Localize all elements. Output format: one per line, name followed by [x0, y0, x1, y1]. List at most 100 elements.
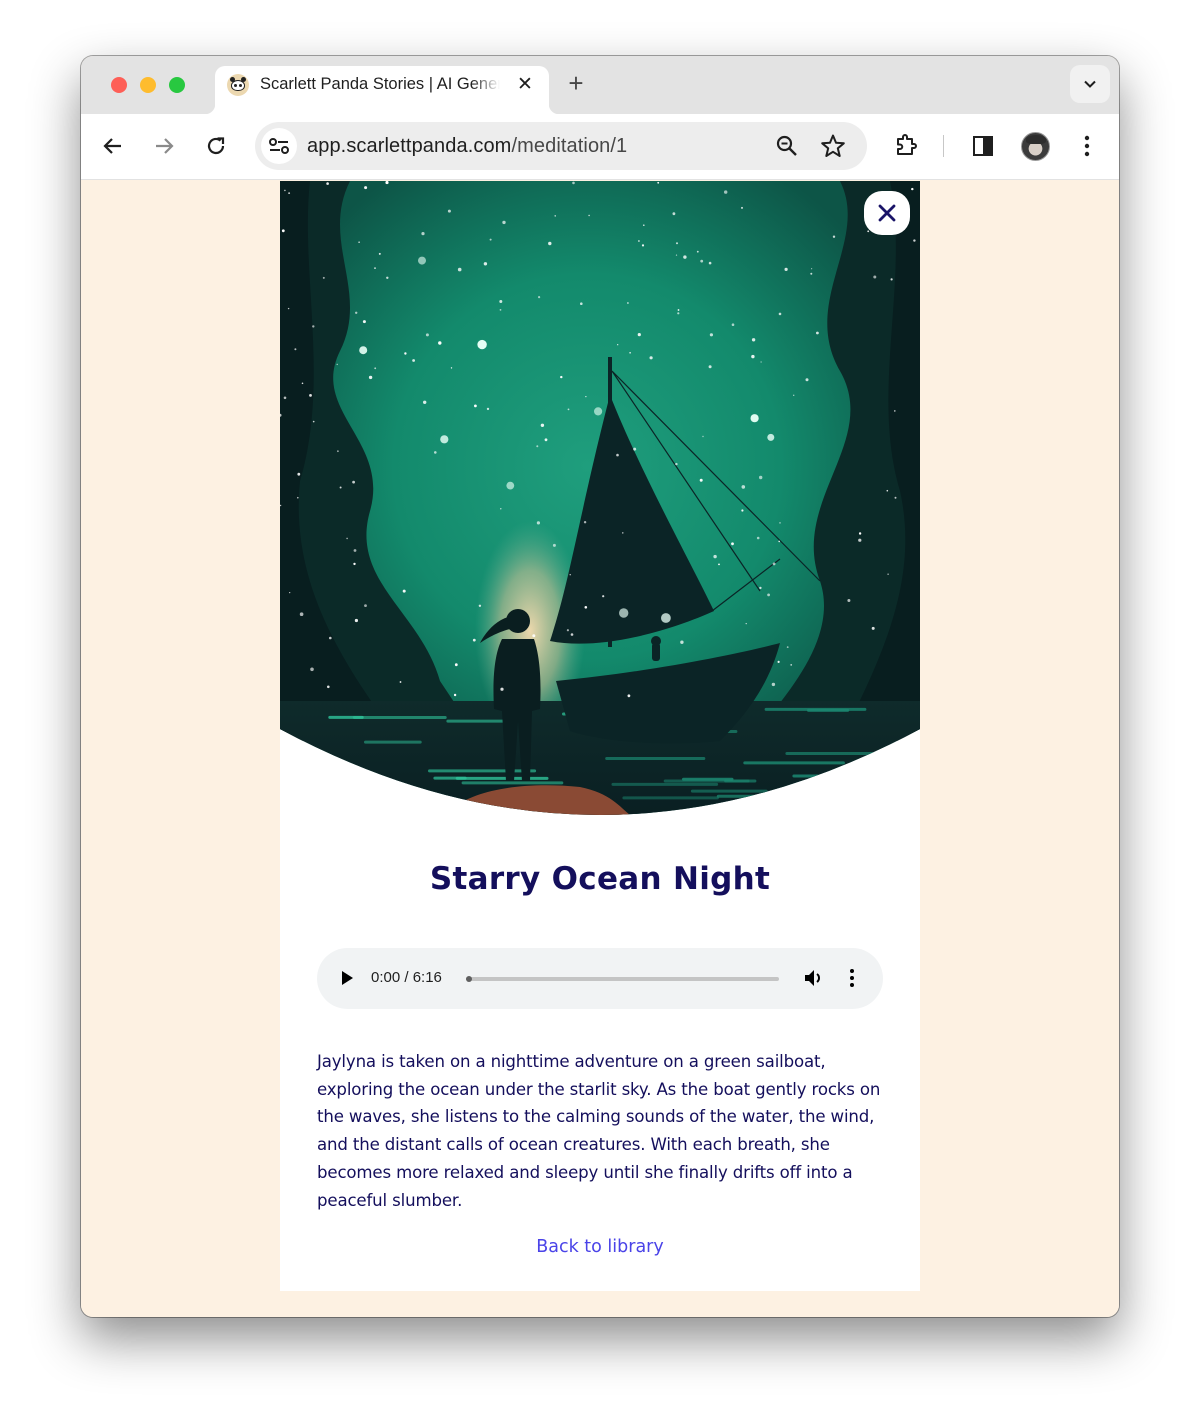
forward-button[interactable] [149, 131, 179, 161]
star-dot [913, 239, 916, 242]
play-icon[interactable] [339, 969, 357, 987]
star-dot [633, 447, 637, 451]
star-dot [368, 375, 373, 380]
star-dot [637, 333, 641, 337]
star-dot [438, 341, 442, 345]
star-dot [778, 312, 782, 316]
close-button[interactable] [864, 191, 910, 235]
star-dot [560, 375, 563, 379]
extensions-button[interactable] [891, 131, 921, 161]
star-dot [724, 190, 728, 194]
tab-title: Scarlett Panda Stories | AI Generated [260, 75, 500, 93]
hero-illustration [280, 181, 920, 815]
player-more-button[interactable] [845, 967, 859, 989]
close-window-button[interactable] [111, 77, 127, 93]
star-dot [337, 450, 339, 453]
zoom-button[interactable] [773, 132, 801, 160]
bookmark-button[interactable] [819, 132, 847, 160]
back-button[interactable] [98, 131, 128, 161]
star-dot [554, 215, 556, 217]
star-dot [326, 182, 329, 185]
star-dot [741, 485, 746, 489]
volume-button[interactable] [803, 967, 825, 989]
reload-button[interactable] [201, 131, 231, 161]
star-dot [890, 278, 893, 281]
star-dot [566, 629, 569, 632]
star-dot [683, 255, 687, 259]
water-ripple [743, 761, 845, 765]
star-dot [886, 489, 889, 492]
volume-icon [805, 970, 820, 986]
profile-avatar[interactable] [1021, 132, 1050, 161]
star-dot [816, 331, 819, 335]
star-dot [500, 508, 502, 510]
star-dot [310, 667, 314, 672]
star-dot [538, 296, 541, 299]
star-dot [583, 521, 587, 524]
star-dot [499, 300, 503, 303]
zoom-out-icon [776, 135, 797, 156]
water-ripple [716, 794, 774, 798]
star-dot [580, 302, 583, 305]
seek-handle[interactable] [466, 976, 472, 982]
star-dot [677, 309, 680, 311]
side-panel-icon [973, 136, 993, 156]
star-dot [457, 267, 462, 272]
maximize-window-button[interactable] [169, 77, 185, 93]
close-icon [878, 204, 896, 222]
star-dot [359, 346, 368, 355]
star-dot [440, 435, 449, 444]
star-dot [309, 394, 312, 397]
star-dot [312, 420, 315, 423]
tab-strip: Scarlett Panda Stories | AI Generated ✕ … [81, 56, 1119, 114]
water-ripple [398, 795, 445, 799]
star-dot [502, 220, 506, 225]
side-panel-button[interactable] [968, 131, 998, 161]
star-icon [821, 134, 845, 157]
water-ripple [352, 716, 447, 719]
site-info-button[interactable] [261, 128, 297, 164]
star-dot [329, 636, 332, 640]
star-dot [767, 433, 775, 441]
star-dot [777, 660, 780, 663]
address-bar[interactable]: app.scarlettpanda.com/meditation/1 [255, 122, 867, 170]
star-dot [887, 573, 889, 575]
tab-search-button[interactable] [1070, 65, 1110, 103]
star-dot [779, 522, 781, 524]
star-dot [805, 378, 809, 382]
star-dot [423, 400, 427, 404]
seek-slider[interactable] [466, 976, 779, 982]
star-dot [718, 563, 720, 566]
minimize-window-button[interactable] [140, 77, 156, 93]
browser-menu-button[interactable] [1072, 131, 1102, 161]
star-dot [289, 592, 291, 594]
water-ripple [611, 782, 719, 786]
tab-close-icon[interactable]: ✕ [513, 73, 537, 97]
star-dot [425, 333, 429, 337]
star-dot [374, 367, 377, 370]
star-dot [299, 612, 304, 616]
audio-player: 0:00 / 6:16 [317, 948, 883, 1009]
star-dot [832, 235, 836, 238]
star-dot [483, 262, 488, 266]
browser-tab-active[interactable]: Scarlett Panda Stories | AI Generated ✕ [205, 66, 559, 114]
star-dot [675, 462, 678, 466]
star-dot [873, 275, 877, 279]
star-dot [500, 687, 504, 691]
water-ripple [818, 793, 847, 797]
star-dot [322, 276, 325, 279]
star-dot [353, 549, 357, 552]
star-dot [454, 663, 458, 667]
star-dot [676, 242, 678, 245]
new-tab-button[interactable]: + [563, 70, 589, 96]
story-description: Jaylyna is taken on a nighttime adventur… [317, 1052, 881, 1210]
back-to-library-link[interactable]: Back to library [280, 1237, 920, 1257]
star-dot [759, 475, 763, 480]
url-text[interactable]: app.scarlettpanda.com/meditation/1 [307, 135, 627, 158]
star-dot [616, 453, 619, 457]
star-dot [399, 681, 402, 683]
toolbar-separator [943, 135, 944, 157]
panda-icon [227, 74, 249, 96]
water-ripple [433, 776, 467, 780]
star-dot [294, 348, 297, 351]
